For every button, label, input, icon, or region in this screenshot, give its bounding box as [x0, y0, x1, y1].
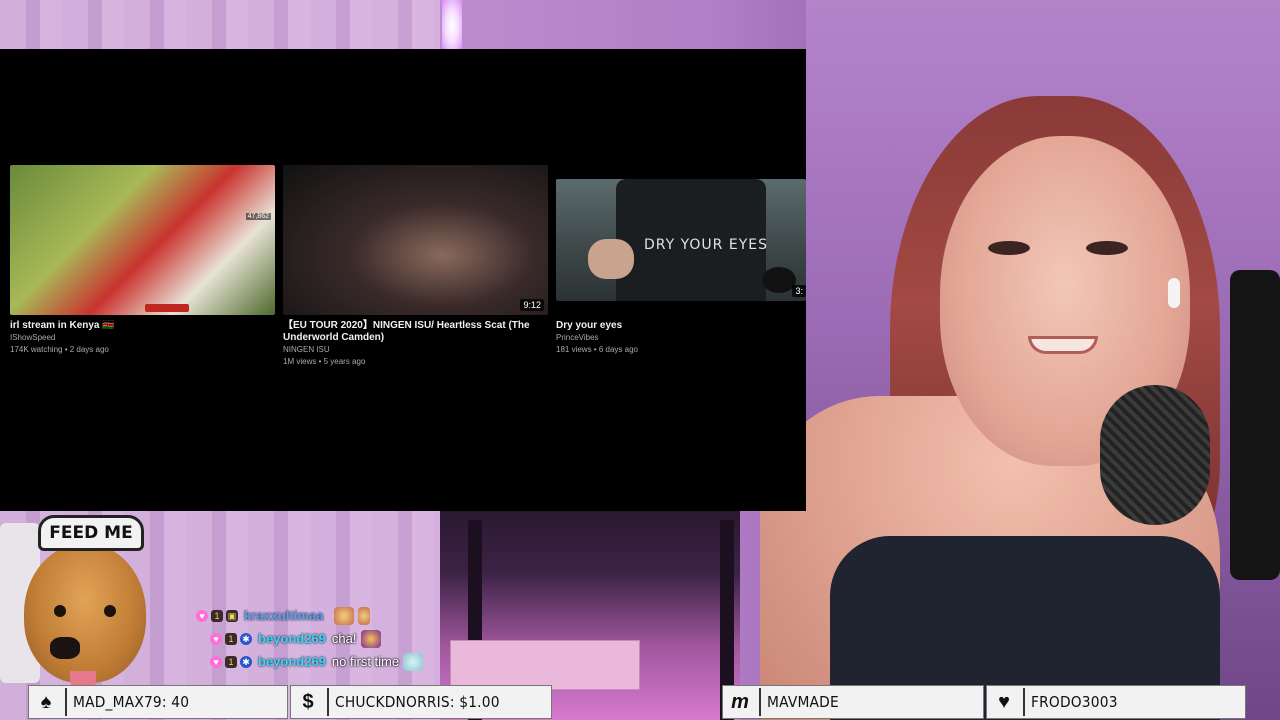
chat-text: no first time [331, 654, 400, 669]
video-stats: 181 views • 6 days ago [556, 345, 638, 354]
video-duration: 9:12 [520, 299, 544, 311]
alert-text: CHUCKDNORRIS: $1.00 [335, 693, 500, 711]
heart-icon: ♥ [998, 690, 1010, 713]
feed-me-label: FEED ME [38, 515, 144, 551]
video-channel[interactable]: IShowSpeed [10, 332, 260, 344]
divider [65, 688, 67, 716]
chat-text: cha! [331, 631, 357, 646]
dollar-icon: $ [302, 690, 314, 713]
heart-badge-icon: ♥ [196, 609, 208, 622]
dog-icon [24, 543, 146, 693]
video-stats: 174K watching • 2 days ago [10, 345, 109, 354]
youtube-panel: 47,862 irl stream in Kenya 🇰🇪 IShowSpeed… [0, 49, 806, 511]
spade-icon: ♠ [40, 690, 52, 713]
video-thumbnail[interactable]: 47,862 [10, 165, 275, 315]
video-duration: 3: [792, 285, 806, 297]
emote-icon [403, 652, 424, 671]
dog-nose [50, 637, 80, 659]
video-stats: 1M views • 5 years ago [283, 357, 366, 366]
channel-badge [145, 304, 189, 312]
viewer-count: 47,862 [245, 213, 271, 220]
dog-eye [54, 605, 66, 617]
alert-text: FRODO3003 [1031, 693, 1118, 711]
video-title[interactable]: irl stream in Kenya 🇰🇪 [10, 320, 260, 332]
emote-icon [333, 606, 354, 625]
sub-badge-icon: 1 [225, 655, 237, 668]
chat-username[interactable]: beyond269 [258, 654, 326, 669]
chat-message: ♥ 1 ▣ kraxxultimaa [196, 604, 423, 627]
alert-latest-bits: ♠ MAD_MAX79: 40 [28, 685, 288, 719]
thumbnail-text: DRY YOUR EYES [644, 237, 768, 253]
chat-overlay: ♥ 1 ▣ kraxxultimaa ♥ 1 ✱ beyond269 cha! … [196, 604, 424, 673]
chat-message: ♥ 1 ✱ beyond269 cha! [210, 627, 423, 650]
video-meta: Dry your eyes PrinceVibes 181 views • 6 … [556, 320, 806, 356]
video-title[interactable]: Dry your eyes [556, 320, 806, 332]
divider [327, 688, 329, 716]
thumbnail-hand [588, 239, 634, 279]
alert-latest-sub: m MAVMADE [722, 685, 984, 719]
dog-eye [104, 605, 116, 617]
divider [1023, 688, 1025, 716]
alert-text: MAVMADE [767, 693, 839, 711]
earbud [1168, 278, 1180, 308]
video-thumbnail[interactable]: 9:12 [283, 165, 548, 315]
video-channel[interactable]: NINGEN ISU [283, 344, 538, 356]
heart-badge-icon: ♥ [210, 632, 222, 645]
light-strip [442, 0, 462, 52]
divider [759, 688, 761, 716]
mic-arm [1230, 270, 1280, 580]
alert-text: MAD_MAX79: 40 [73, 693, 190, 711]
star-badge-icon: ✱ [240, 655, 252, 668]
sub-badge-icon: 1 [211, 609, 223, 622]
video-channel[interactable]: PrinceVibes [556, 332, 806, 344]
heart-badge-icon: ♥ [210, 655, 222, 668]
thumbnail-rose [762, 267, 796, 293]
gift-badge-icon: ▣ [226, 609, 238, 622]
m-logo-icon: m [731, 690, 749, 713]
alert-latest-tip: $ CHUCKDNORRIS: $1.00 [290, 685, 552, 719]
chat-username[interactable]: kraxxultimaa [244, 608, 324, 623]
streamer-mouth [1028, 336, 1098, 354]
video-title[interactable]: 【EU TOUR 2020】NINGEN ISU/ Heartless Scat… [283, 320, 538, 344]
alert-latest-follower: ♥ FRODO3003 [986, 685, 1246, 719]
emote-icon [360, 629, 381, 648]
chat-message: ♥ 1 ✱ beyond269 no first time [210, 650, 424, 673]
sub-badge-icon: 1 [225, 632, 237, 645]
video-thumbnail[interactable]: DRY YOUR EYES 3: [556, 179, 806, 301]
feed-me-mascot: FEED ME [0, 513, 170, 693]
chat-username[interactable]: beyond269 [258, 631, 326, 646]
streamer-eye [1086, 241, 1128, 255]
streamer-eye [988, 241, 1030, 255]
star-badge-icon: ✱ [240, 632, 252, 645]
beer-emote-icon [357, 606, 370, 625]
microphone [1100, 385, 1210, 525]
video-meta: irl stream in Kenya 🇰🇪 IShowSpeed 174K w… [10, 320, 260, 356]
video-meta: 【EU TOUR 2020】NINGEN ISU/ Heartless Scat… [283, 320, 538, 368]
